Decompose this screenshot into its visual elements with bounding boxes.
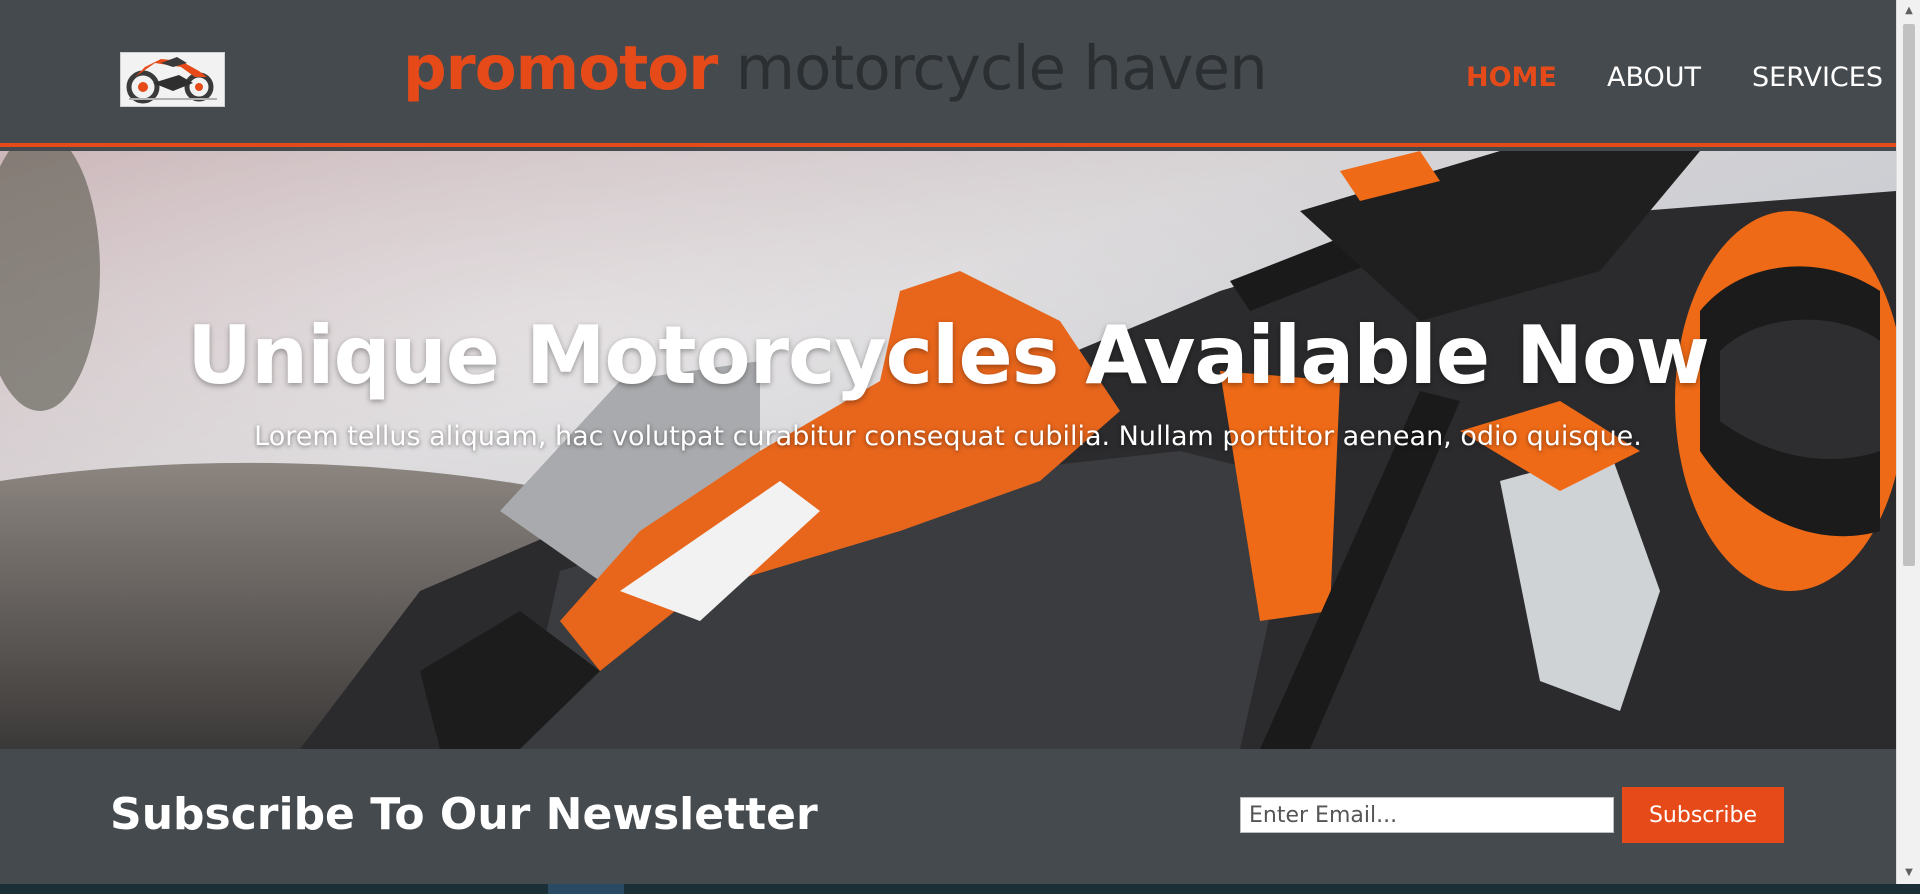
email-input[interactable] bbox=[1240, 797, 1614, 833]
page: promotor motorcycle haven HOME ABOUT SER… bbox=[0, 0, 1896, 884]
hero-subtitle: Lorem tellus aliquam, hac volutpat curab… bbox=[254, 421, 1642, 452]
subscribe-button[interactable]: Subscribe bbox=[1622, 787, 1784, 843]
main-nav: HOME ABOUT SERVICES bbox=[0, 60, 1896, 96]
nav-about[interactable]: ABOUT bbox=[1607, 60, 1701, 96]
vertical-scrollbar[interactable]: ▲ ▼ bbox=[1896, 0, 1920, 884]
site-header: promotor motorcycle haven HOME ABOUT SER… bbox=[0, 0, 1896, 147]
hero-banner: Unique Motorcycles Available Now Lorem t… bbox=[0, 151, 1896, 749]
scroll-down-arrow-icon[interactable]: ▼ bbox=[1897, 864, 1920, 882]
hero-title: Unique Motorcycles Available Now bbox=[187, 309, 1710, 402]
scrollbar-thumb[interactable] bbox=[1903, 24, 1915, 566]
taskbar-active-item[interactable] bbox=[548, 884, 624, 894]
nav-home[interactable]: HOME bbox=[1466, 60, 1557, 96]
scroll-up-arrow-icon[interactable]: ▲ bbox=[1897, 2, 1920, 20]
newsletter-title: Subscribe To Our Newsletter bbox=[110, 789, 818, 840]
taskbar-strip bbox=[0, 884, 1920, 894]
newsletter-section: Subscribe To Our Newsletter Subscribe bbox=[0, 749, 1896, 884]
nav-services[interactable]: SERVICES bbox=[1752, 60, 1883, 96]
